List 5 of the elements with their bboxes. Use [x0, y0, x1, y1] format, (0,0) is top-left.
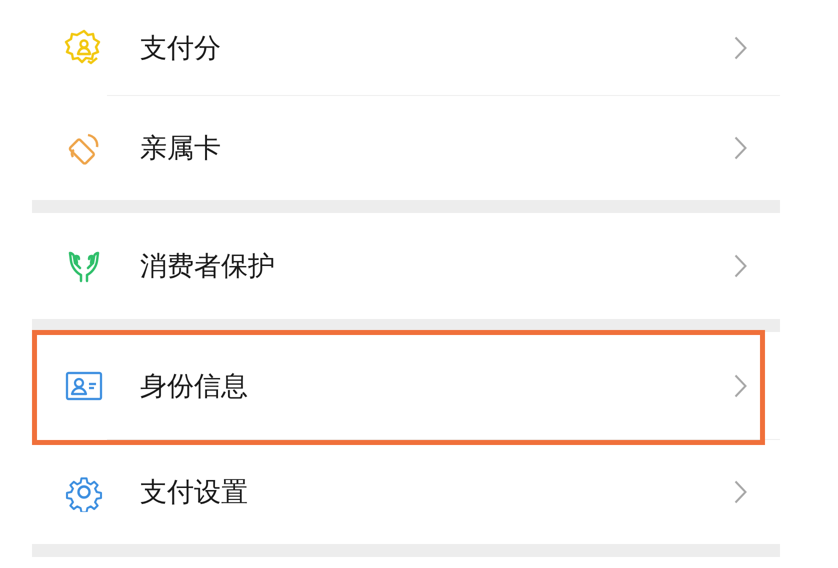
chevron-icon — [734, 480, 747, 504]
chevron-icon — [734, 36, 747, 60]
chevron-icon — [734, 136, 747, 160]
chevron-icon — [734, 374, 747, 398]
chevron-icon — [734, 254, 747, 278]
